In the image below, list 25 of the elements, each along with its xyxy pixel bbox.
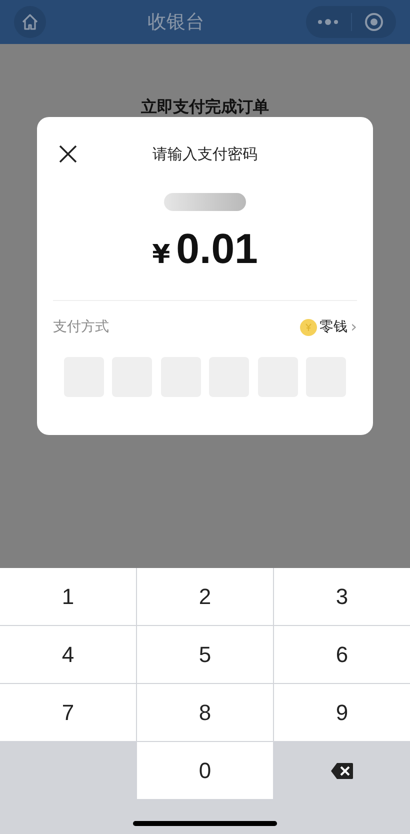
digit-key[interactable]: 5 [137,626,273,683]
digit-key[interactable]: 2 [137,568,273,625]
more-icon [317,19,340,25]
close-button[interactable] [57,143,79,165]
coin-icon [300,318,317,336]
home-icon [21,13,39,31]
method-label: 支付方式 [53,318,109,336]
close-icon [59,145,77,163]
digit-key[interactable]: 7 [0,684,136,741]
target-icon [364,12,384,32]
home-button[interactable] [14,6,46,38]
digit-key[interactable]: 8 [137,684,273,741]
page-heading: 立即支付完成订单 [141,96,269,118]
digit-key[interactable]: 1 [0,568,136,625]
method-selector[interactable]: 零钱 › [300,315,357,339]
digit-key[interactable]: 4 [0,626,136,683]
digit-key[interactable]: 0 [137,742,273,799]
digit-key[interactable]: 6 [274,626,410,683]
digit-key[interactable]: 9 [274,684,410,741]
nav-title: 收银台 [146,10,206,35]
currency-symbol: ¥ [152,239,170,272]
dialog-title: 请输入支付密码 [152,144,258,165]
digit-key[interactable]: 3 [274,568,410,625]
payment-amount: 0.01 [176,224,258,274]
backspace-icon [330,762,354,780]
